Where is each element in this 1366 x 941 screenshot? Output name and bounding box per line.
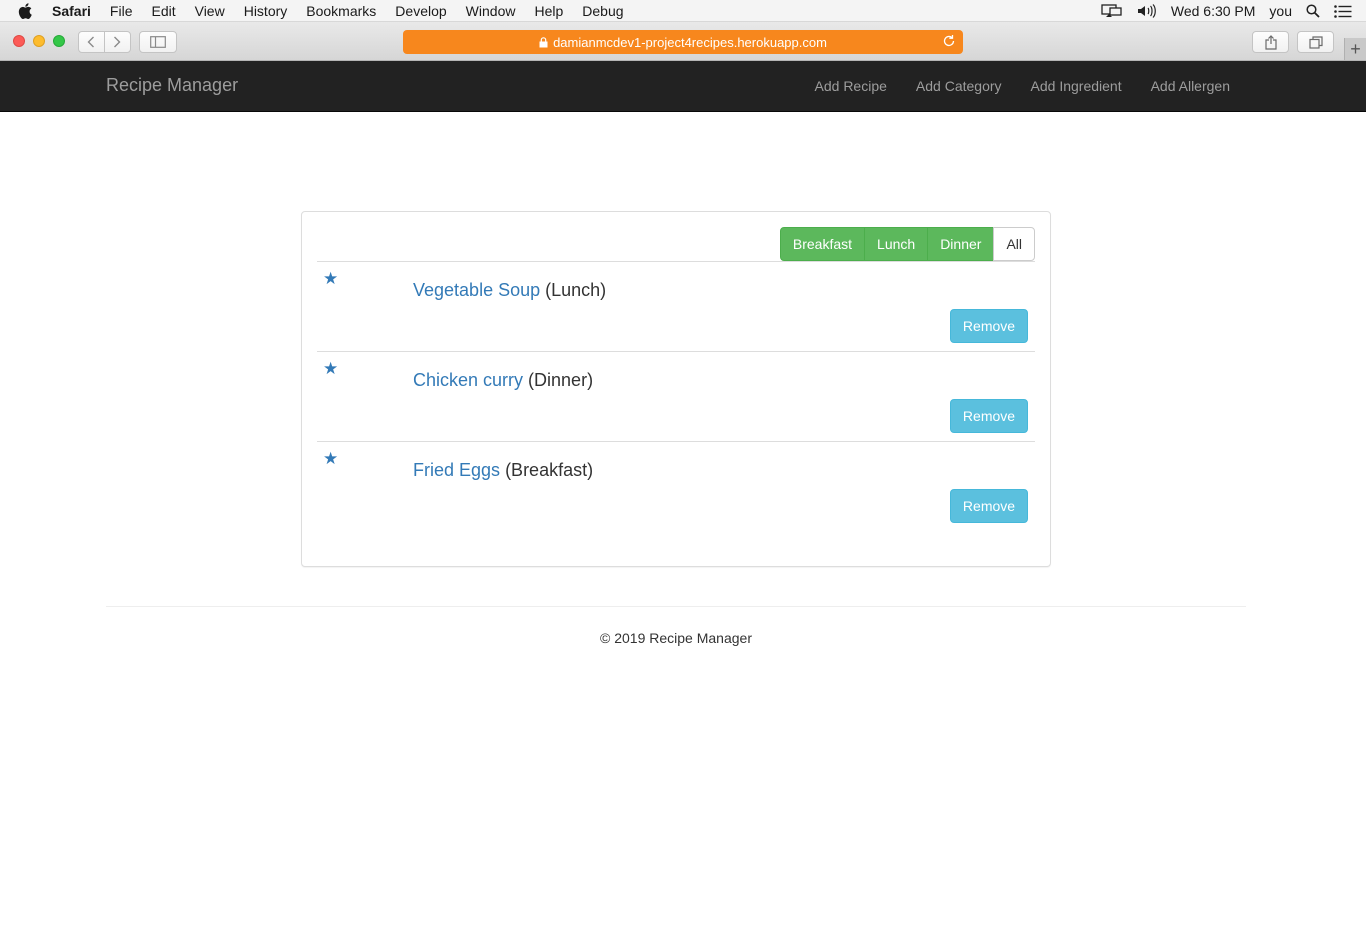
apple-menu-icon[interactable] <box>18 2 38 19</box>
share-icon <box>1264 34 1277 50</box>
forward-button[interactable] <box>105 32 130 52</box>
recipe-category: (Breakfast) <box>505 460 594 480</box>
recipe-category: (Dinner) <box>528 370 594 390</box>
menu-bookmarks[interactable]: Bookmarks <box>306 3 376 19</box>
address-bar[interactable]: damianmcdev1-project4recipes.herokuapp.c… <box>403 30 963 54</box>
airplay-display-icon[interactable] <box>1101 4 1123 18</box>
filter-breakfast-button[interactable]: Breakfast <box>779 227 866 261</box>
lock-icon <box>539 36 548 48</box>
menu-safari[interactable]: Safari <box>52 3 91 19</box>
nav-add-recipe[interactable]: Add Recipe <box>815 78 887 94</box>
close-window-button[interactable] <box>13 35 25 47</box>
remove-recipe-button[interactable]: Remove <box>950 399 1028 433</box>
volume-icon[interactable] <box>1137 4 1157 18</box>
share-button[interactable] <box>1252 31 1289 53</box>
back-forward-group <box>78 31 131 53</box>
star-icon: ★ <box>323 269 339 288</box>
menu-develop[interactable]: Develop <box>395 3 446 19</box>
navbar-brand[interactable]: Recipe Manager <box>106 75 238 96</box>
filter-dinner-button[interactable]: Dinner <box>927 227 995 261</box>
remove-recipe-button[interactable]: Remove <box>950 309 1028 343</box>
filter-lunch-button[interactable]: Lunch <box>864 227 929 261</box>
nav-add-allergen[interactable]: Add Allergen <box>1151 78 1230 94</box>
footer-copyright: © 2019 Recipe Manager <box>600 630 752 646</box>
navbar-links: Add Recipe Add Category Add Ingredient A… <box>786 78 1230 94</box>
zoom-window-button[interactable] <box>53 35 65 47</box>
nav-add-category[interactable]: Add Category <box>916 78 1002 94</box>
filter-all-button[interactable]: All <box>993 227 1035 261</box>
recipes-panel: Breakfast Lunch Dinner All ★ Vegetable S… <box>301 211 1051 567</box>
site-navbar: Recipe Manager Add Recipe Add Category A… <box>0 61 1366 112</box>
notification-center-icon[interactable] <box>1334 4 1352 18</box>
menu-window[interactable]: Window <box>466 3 516 19</box>
menu-history[interactable]: History <box>244 3 288 19</box>
recipe-title: Fried Eggs (Breakfast) <box>413 460 593 481</box>
menu-help[interactable]: Help <box>534 3 563 19</box>
recipe-link[interactable]: Chicken curry <box>413 370 523 390</box>
back-button[interactable] <box>79 32 105 52</box>
tabs-overview-icon <box>1308 35 1323 49</box>
menu-view[interactable]: View <box>195 3 225 19</box>
category-filter-group: Breakfast Lunch Dinner All <box>779 227 1035 261</box>
spotlight-search-icon[interactable] <box>1306 4 1320 18</box>
menu-edit[interactable]: Edit <box>151 3 175 19</box>
menu-file[interactable]: File <box>110 3 133 19</box>
url-text: damianmcdev1-project4recipes.herokuapp.c… <box>553 34 827 50</box>
star-icon: ★ <box>323 359 339 378</box>
macos-menu-bar: Safari File Edit View History Bookmarks … <box>0 0 1366 22</box>
recipe-title: Vegetable Soup (Lunch) <box>413 280 606 301</box>
footer-divider <box>106 606 1246 607</box>
recipe-list-item: ★ Chicken curry (Dinner) Remove <box>317 351 1035 441</box>
remove-recipe-button[interactable]: Remove <box>950 489 1028 523</box>
menubar-user[interactable]: you <box>1269 3 1292 19</box>
recipe-title: Chicken curry (Dinner) <box>413 370 593 391</box>
recipe-link[interactable]: Fried Eggs <box>413 460 500 480</box>
recipe-list-item: ★ Fried Eggs (Breakfast) Remove <box>317 441 1035 531</box>
nav-add-ingredient[interactable]: Add Ingredient <box>1031 78 1122 94</box>
recipe-list-item: ★ Vegetable Soup (Lunch) Remove <box>317 261 1035 351</box>
sidebar-icon <box>150 36 166 48</box>
recipe-category: (Lunch) <box>545 280 607 300</box>
plus-icon: + <box>1350 38 1361 59</box>
show-tabs-button[interactable] <box>1297 31 1334 53</box>
new-tab-button[interactable]: + <box>1344 38 1366 60</box>
minimize-window-button[interactable] <box>33 35 45 47</box>
sidebar-toggle-button[interactable] <box>139 31 177 53</box>
star-icon: ★ <box>323 449 339 468</box>
reload-icon[interactable] <box>942 34 956 48</box>
recipe-link[interactable]: Vegetable Soup <box>413 280 540 300</box>
menubar-clock[interactable]: Wed 6:30 PM <box>1171 3 1256 19</box>
menu-debug[interactable]: Debug <box>582 3 623 19</box>
